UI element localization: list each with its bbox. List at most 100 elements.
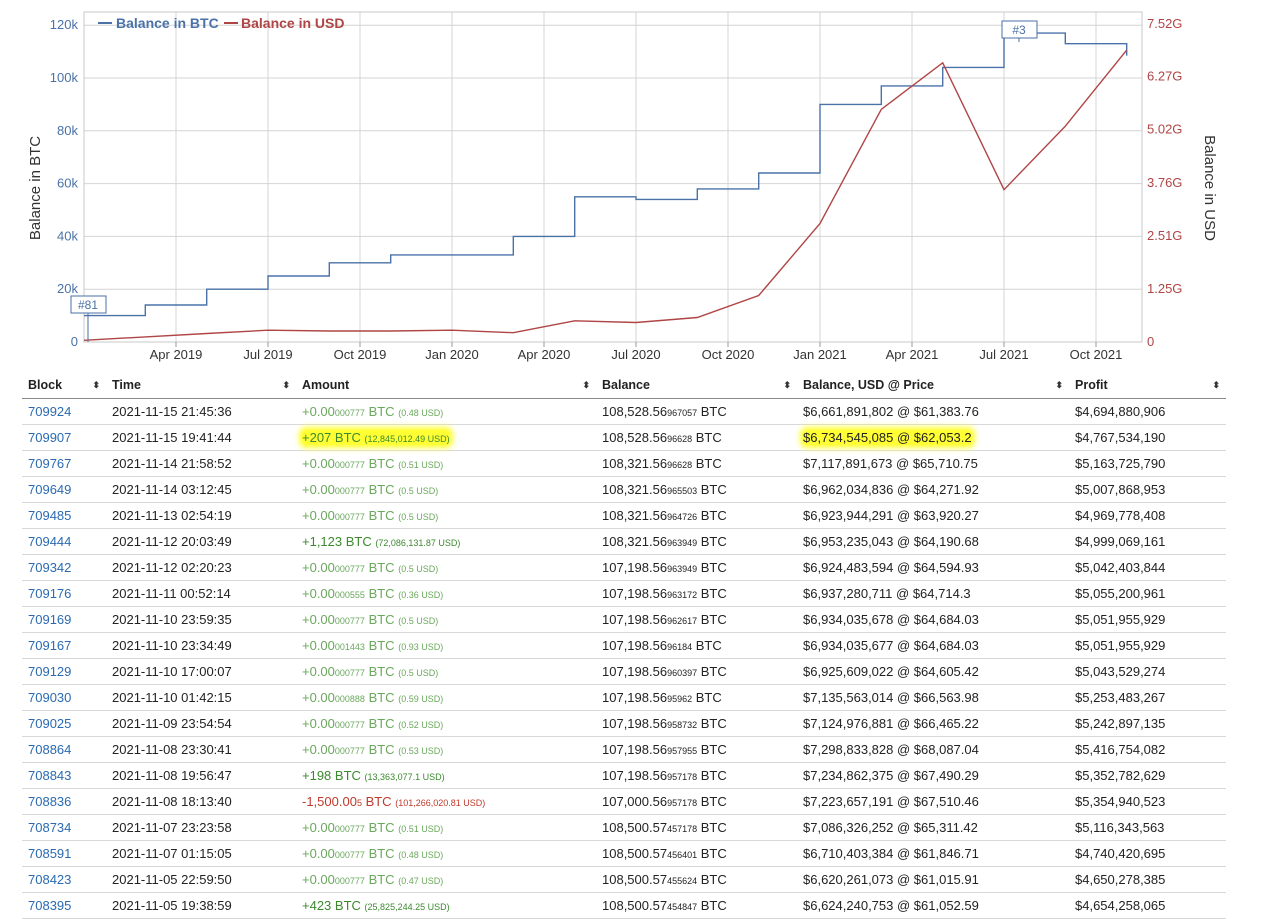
cell-profit: $5,253,483,267 <box>1069 685 1226 711</box>
table-row: 7090252021-11-09 23:54:54+0.00000777 BTC… <box>22 711 1226 737</box>
block-link[interactable]: 709444 <box>28 534 71 549</box>
table-row: 7094852021-11-13 02:54:19+0.00000777 BTC… <box>22 503 1226 529</box>
y-left-tick-label: 80k <box>57 123 78 138</box>
x-tick-label: Oct 2019 <box>334 347 387 362</box>
cell-block[interactable]: 708591 <box>22 841 106 867</box>
marker-peak[interactable]: #3 <box>1002 21 1037 42</box>
sort-icon[interactable]: ⬍ <box>582 380 590 391</box>
legend[interactable]: Balance in BTC Balance in USD <box>98 15 344 31</box>
block-link[interactable]: 708843 <box>28 768 71 783</box>
cell-block[interactable]: 708734 <box>22 815 106 841</box>
block-link[interactable]: 709767 <box>28 456 71 471</box>
block-link[interactable]: 709485 <box>28 508 71 523</box>
cell-block[interactable]: 709924 <box>22 399 106 425</box>
cell-amount: +0.00000777 BTC (0.48 USD) <box>296 841 596 867</box>
block-link[interactable]: 709649 <box>28 482 71 497</box>
cell-amount: +0.00000777 BTC (0.5 USD) <box>296 503 596 529</box>
cell-balance-usd: $6,924,483,594 @ $64,594.93 <box>797 555 1069 581</box>
y-right-tick-label: 6.27G <box>1147 69 1182 84</box>
cell-block[interactable]: 709767 <box>22 451 106 477</box>
cell-time: 2021-11-08 18:13:40 <box>106 789 296 815</box>
block-link[interactable]: 708395 <box>28 898 71 913</box>
cell-block[interactable]: 709169 <box>22 607 106 633</box>
cell-balance-usd: $6,734,545,085 @ $62,053.2 <box>797 425 1069 451</box>
block-link[interactable]: 708864 <box>28 742 71 757</box>
y-left-tick-label: 60k <box>57 176 78 191</box>
cell-time: 2021-11-15 19:41:44 <box>106 425 296 451</box>
block-link[interactable]: 709025 <box>28 716 71 731</box>
block-link[interactable]: 709129 <box>28 664 71 679</box>
cell-block[interactable]: 709167 <box>22 633 106 659</box>
cell-block[interactable]: 708423 <box>22 867 106 893</box>
block-link[interactable]: 709169 <box>28 612 71 627</box>
cell-block[interactable]: 708843 <box>22 763 106 789</box>
cell-block[interactable]: 709907 <box>22 425 106 451</box>
cell-profit: $5,043,529,274 <box>1069 659 1226 685</box>
cell-balance-usd: $6,937,280,711 @ $64,714.3 <box>797 581 1069 607</box>
cell-profit: $4,999,069,161 <box>1069 529 1226 555</box>
block-link[interactable]: 709924 <box>28 404 71 419</box>
block-link[interactable]: 709167 <box>28 638 71 653</box>
cell-balance-usd: $6,925,609,022 @ $64,605.42 <box>797 659 1069 685</box>
column-header-time[interactable]: Time⬍ <box>106 372 296 399</box>
block-link[interactable]: 709907 <box>28 430 71 445</box>
cell-balance: 107,198.5695962 BTC <box>596 685 797 711</box>
block-link[interactable]: 708734 <box>28 820 71 835</box>
sort-icon[interactable]: ⬍ <box>92 380 100 391</box>
legend-btc-label[interactable]: Balance in BTC <box>116 15 219 31</box>
cell-balance: 108,321.5696628 BTC <box>596 451 797 477</box>
sort-icon[interactable]: ⬍ <box>1055 380 1063 391</box>
cell-balance: 107,198.56958732 BTC <box>596 711 797 737</box>
cell-block[interactable]: 709025 <box>22 711 106 737</box>
cell-profit: $4,740,420,695 <box>1069 841 1226 867</box>
cell-profit: $5,242,897,135 <box>1069 711 1226 737</box>
column-header-profit[interactable]: Profit⬍ <box>1069 372 1226 399</box>
cell-time: 2021-11-12 20:03:49 <box>106 529 296 555</box>
block-link[interactable]: 708836 <box>28 794 71 809</box>
cell-balance: 108,500.57455624 BTC <box>596 867 797 893</box>
block-link[interactable]: 709176 <box>28 586 71 601</box>
sort-icon[interactable]: ⬍ <box>1212 380 1220 391</box>
cell-amount: +0.00000555 BTC (0.36 USD) <box>296 581 596 607</box>
legend-usd-label[interactable]: Balance in USD <box>241 15 344 31</box>
column-header-balance-usd[interactable]: Balance, USD @ Price⬍ <box>797 372 1069 399</box>
cell-amount: +0.00000777 BTC (0.5 USD) <box>296 555 596 581</box>
cell-balance: 108,528.56967057 BTC <box>596 399 797 425</box>
cell-time: 2021-11-05 22:59:50 <box>106 867 296 893</box>
cell-time: 2021-11-12 02:20:23 <box>106 555 296 581</box>
cell-time: 2021-11-14 21:58:52 <box>106 451 296 477</box>
cell-block[interactable]: 708395 <box>22 893 106 919</box>
cell-balance-usd: $7,223,657,191 @ $67,510.46 <box>797 789 1069 815</box>
cell-time: 2021-11-08 19:56:47 <box>106 763 296 789</box>
column-header-amount[interactable]: Amount⬍ <box>296 372 596 399</box>
cell-block[interactable]: 708836 <box>22 789 106 815</box>
cell-block[interactable]: 708864 <box>22 737 106 763</box>
cell-block[interactable]: 709649 <box>22 477 106 503</box>
sort-icon[interactable]: ⬍ <box>282 380 290 391</box>
column-header-block[interactable]: Block⬍ <box>22 372 106 399</box>
x-tick-label: Jul 2020 <box>611 347 660 362</box>
cell-balance: 107,198.5696184 BTC <box>596 633 797 659</box>
block-link[interactable]: 709342 <box>28 560 71 575</box>
x-tick-label: Oct 2020 <box>702 347 755 362</box>
cell-balance: 108,500.57456401 BTC <box>596 841 797 867</box>
cell-block[interactable]: 709485 <box>22 503 106 529</box>
cell-block[interactable]: 709176 <box>22 581 106 607</box>
column-header-balance[interactable]: Balance⬍ <box>596 372 797 399</box>
y-right-tick-label: 5.02G <box>1147 122 1182 137</box>
cell-block[interactable]: 709444 <box>22 529 106 555</box>
y-left-tick-label: 20k <box>57 281 78 296</box>
block-link[interactable]: 708423 <box>28 872 71 887</box>
cell-block[interactable]: 709342 <box>22 555 106 581</box>
series-line-btc <box>84 33 1127 316</box>
sort-icon[interactable]: ⬍ <box>783 380 791 391</box>
cell-block[interactable]: 709129 <box>22 659 106 685</box>
cell-profit: $5,352,782,629 <box>1069 763 1226 789</box>
table-row: 7091762021-11-11 00:52:14+0.00000555 BTC… <box>22 581 1226 607</box>
block-link[interactable]: 708591 <box>28 846 71 861</box>
table-row: 709342 2021-11-12 02:20:23+0.00000777 BTC… <box>22 555 1226 581</box>
y-right-tick-label: 3.76G <box>1147 175 1182 190</box>
block-link[interactable]: 709030 <box>28 690 71 705</box>
cell-block[interactable]: 709030 <box>22 685 106 711</box>
cell-profit: $5,116,343,563 <box>1069 815 1226 841</box>
